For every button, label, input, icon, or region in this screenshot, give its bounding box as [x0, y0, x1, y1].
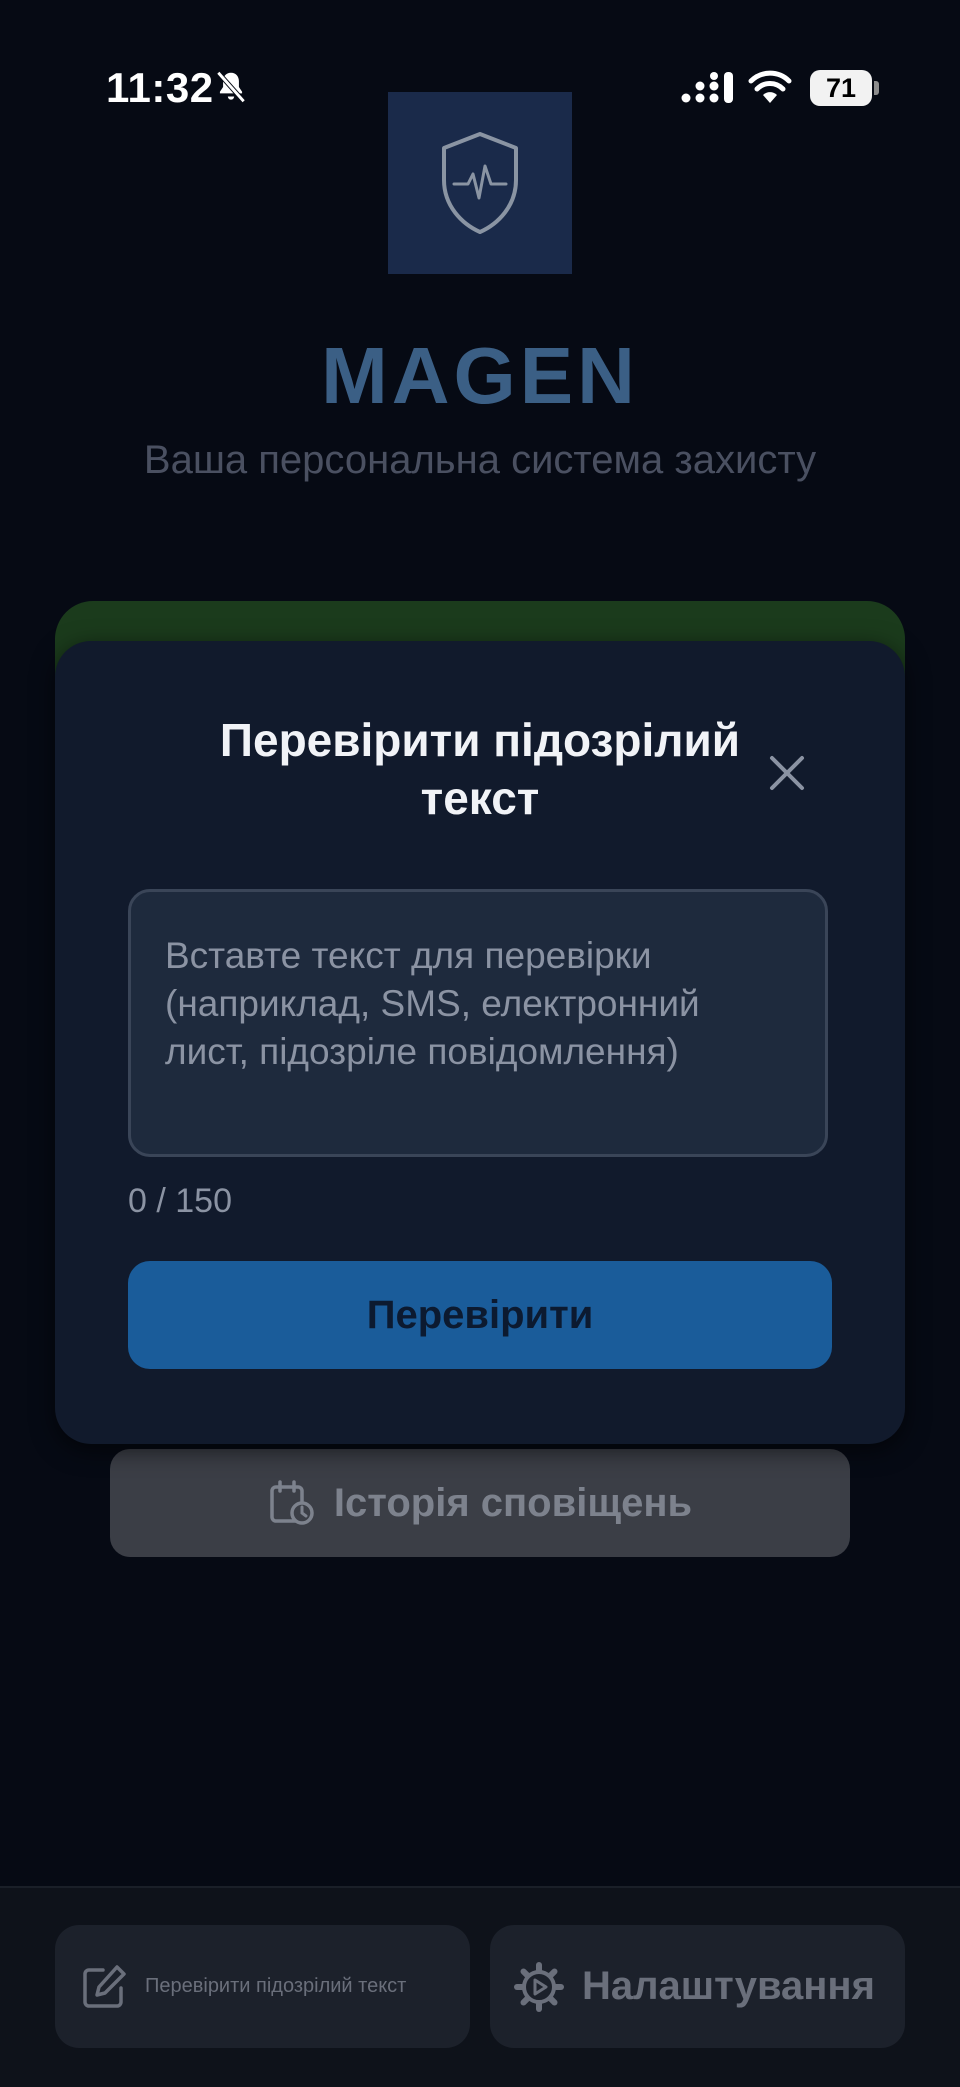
- status-time: 11:32: [106, 64, 214, 111]
- battery-level: 71: [825, 73, 857, 103]
- tab-check-text[interactable]: Перевірити підозрілий текст: [55, 1925, 470, 2048]
- gear-icon: [514, 1961, 564, 2012]
- cellular-signal-icon: [681, 72, 733, 103]
- wifi-icon: [748, 70, 792, 103]
- check-button-label: Перевірити: [366, 1292, 594, 1337]
- calendar-clock-icon: [270, 1480, 314, 1525]
- battery-icon: 71: [810, 70, 879, 106]
- shield-pulse-icon: [442, 132, 518, 234]
- edit-icon: [83, 1964, 126, 2008]
- tab-settings[interactable]: Налаштування: [490, 1925, 905, 2048]
- notification-history-button[interactable]: Історія сповіщень: [110, 1449, 850, 1557]
- suspicious-text-input[interactable]: Вставте текст для перевірки (наприклад, …: [128, 889, 828, 1157]
- tab-check-text-label: Перевірити підозрілий текст: [145, 1975, 407, 1997]
- close-icon[interactable]: [767, 753, 807, 793]
- bell-slash-icon: [216, 71, 246, 103]
- check-button[interactable]: Перевірити: [128, 1261, 832, 1369]
- app-title: MAGEN: [321, 331, 639, 420]
- app-subtitle: Ваша персональна система захисту: [143, 438, 817, 482]
- app-logo: [388, 92, 572, 274]
- modal-title: Перевірити підозрілий текст: [219, 714, 741, 824]
- check-text-modal: Перевірити підозрілий текст Вставте текс…: [55, 641, 905, 1444]
- tab-settings-label: Налаштування: [582, 1964, 875, 2008]
- notification-history-label: Історія сповіщень: [333, 1480, 693, 1525]
- char-counter: 0 / 150: [128, 1182, 232, 1220]
